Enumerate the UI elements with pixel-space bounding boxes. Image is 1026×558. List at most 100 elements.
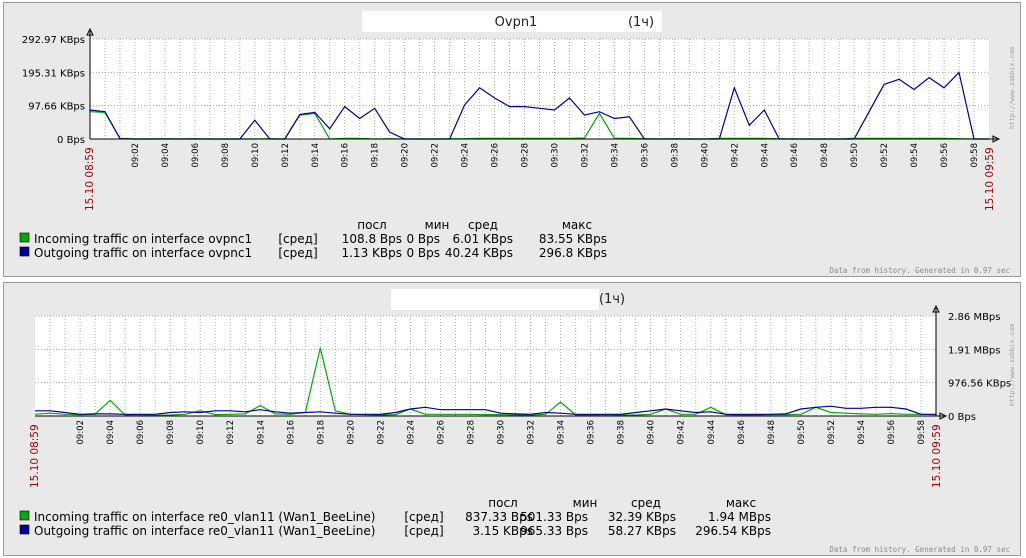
legend-max-value: 296.8 KBps — [539, 246, 607, 260]
legend-function-value: сред — [409, 510, 439, 524]
x-tick-label: 09:38 — [617, 420, 627, 445]
x-tick-label: 09:14 — [256, 420, 266, 445]
x-tick-label: 09:22 — [376, 420, 386, 445]
end-time-label: 15.10 09:59 — [931, 424, 943, 488]
legend-last-value: 1.13 KBps — [341, 246, 402, 260]
zabbix-watermark: http://www.zabbix.com — [1008, 324, 1016, 406]
generated-footer: Data from history. Generated in 0.97 sec — [829, 266, 1010, 275]
x-tick-label: 09:08 — [221, 143, 231, 168]
legend-function-value: сред — [283, 232, 313, 246]
graph-period: (1ч) — [599, 292, 625, 307]
x-tick-label: 09:10 — [196, 420, 206, 445]
legend-avg-value: 58.27 KBps — [608, 524, 676, 538]
x-tick-label: 09:46 — [790, 143, 800, 168]
legend-avg-value: 32.39 KBps — [608, 510, 676, 524]
x-tick-label: 09:52 — [827, 420, 837, 445]
x-tick-label: 09:44 — [707, 420, 717, 445]
x-tick-label: 09:24 — [406, 420, 416, 445]
legend-min-value: 0 Bps — [406, 232, 440, 246]
x-tick-label: 09:52 — [880, 143, 890, 168]
x-tick-label: 09:16 — [286, 420, 296, 445]
x-tick-label: 09:42 — [677, 420, 687, 445]
legend-header-max: макс — [562, 218, 592, 232]
legend-function: [сред] — [404, 524, 443, 538]
x-tick-label: 09:30 — [497, 420, 507, 445]
y-tick-label: 2.86 MBps — [948, 312, 1001, 323]
x-tick-label: 09:50 — [797, 420, 807, 445]
zabbix-watermark: http://www.zabbix.com — [1008, 47, 1016, 129]
x-tick-label: 09:02 — [76, 420, 86, 445]
legend-function-value: сред — [283, 246, 313, 260]
legend-header-min: мин — [425, 218, 450, 232]
x-tick-label: 09:20 — [401, 143, 411, 168]
x-tick-label: 09:24 — [461, 143, 471, 168]
graph-period: (1ч) — [628, 15, 654, 30]
end-time-label: 15.10 09:59 — [984, 147, 996, 211]
outgoing-legend-swatch — [19, 246, 30, 257]
graph-title: Ovpn1 — [495, 15, 538, 30]
legend-function: [сред] — [404, 510, 443, 524]
legend-series-name: Outgoing traffic on interface re0_vlan11… — [34, 524, 375, 538]
y-tick-label: 0 Bps — [57, 135, 85, 146]
x-tick-label: 09:20 — [346, 420, 356, 445]
x-tick-label: 09:48 — [820, 143, 830, 168]
x-tick-label: 09:58 — [970, 143, 980, 168]
y-tick-label: 97.66 KBps — [28, 102, 85, 113]
x-tick-label: 09:32 — [527, 420, 537, 445]
x-tick-label: 09:50 — [850, 143, 860, 168]
x-tick-label: 09:14 — [311, 143, 321, 168]
traffic-graph-ovpn1: Ovpn1 (1ч) 0 Bps 97.66 KBps 195.31 KBps 292.9… — [3, 2, 1021, 277]
x-tick-label: 09:04 — [161, 143, 171, 168]
x-tick-label: 09:58 — [917, 420, 927, 445]
legend-series-name: Incoming traffic on interface ovpnc1 — [34, 232, 252, 246]
legend-avg-value: 6.01 KBps — [452, 232, 513, 246]
legend-series-name: Outgoing traffic on interface ovpnc1 — [34, 246, 252, 260]
x-tick-label: 09:18 — [371, 143, 381, 168]
x-tick-label: 09:12 — [281, 143, 291, 168]
legend-header-last: посл — [488, 496, 517, 510]
x-tick-label: 09:02 — [131, 143, 141, 168]
x-tick-label: 09:56 — [940, 143, 950, 168]
incoming-legend-swatch — [19, 510, 30, 521]
y-tick-label: 292.97 KBps — [22, 35, 85, 46]
legend-min-value: 965.33 Bps — [520, 524, 588, 538]
x-tick-label: 09:34 — [557, 420, 567, 445]
x-tick-label: 09:48 — [767, 420, 777, 445]
x-tick-label: 09:28 — [466, 420, 476, 445]
legend-function: [сред] — [278, 246, 317, 260]
x-tick-label: 09:16 — [341, 143, 351, 168]
y-tick-label: 195.31 KBps — [22, 68, 85, 79]
x-tick-label: 09:06 — [136, 420, 146, 445]
y-tick-label: 1.91 MBps — [948, 345, 1001, 356]
legend-series-name: Incoming traffic on interface re0_vlan11… — [34, 510, 375, 524]
incoming-legend-swatch — [19, 232, 30, 243]
graph-2-canvas: (1ч) 0 Bps 976.56 KBps 1.91 MBps 2.86 MBps 09… — [19, 289, 1016, 554]
legend-header-last: посл — [357, 218, 386, 232]
x-tick-label: 09:26 — [491, 143, 501, 168]
x-tick-label: 09:32 — [580, 143, 590, 168]
x-tick-label: 09:56 — [887, 420, 897, 445]
x-tick-label: 09:54 — [910, 143, 920, 168]
legend-max-value: 1.94 MBps — [708, 510, 771, 524]
graph-1-canvas: Ovpn1 (1ч) 0 Bps 97.66 KBps 195.31 KBps 292.9… — [19, 11, 1016, 275]
title-box — [391, 289, 599, 310]
legend-header-avg: сред — [631, 496, 661, 510]
x-tick-label: 09:10 — [251, 143, 261, 168]
x-tick-label: 09:38 — [670, 143, 680, 168]
x-tick-label: 09:22 — [431, 143, 441, 168]
x-tick-label: 09:06 — [191, 143, 201, 168]
legend-max-value: 83.55 KBps — [539, 232, 607, 246]
x-tick-label: 09:40 — [647, 420, 657, 445]
x-tick-label: 09:18 — [316, 420, 326, 445]
traffic-graph-wan1: (1ч) 0 Bps 976.56 KBps 1.91 MBps 2.86 MBps 09… — [3, 282, 1021, 556]
y-tick-label: 0 Bps — [948, 412, 976, 423]
x-tick-label: 09:04 — [106, 420, 116, 445]
x-tick-label: 09:46 — [737, 420, 747, 445]
legend-last-value: 108.8 Bps — [342, 232, 402, 246]
legend-header-avg: сред — [468, 218, 498, 232]
x-tick-label: 09:40 — [700, 143, 710, 168]
x-tick-label: 09:30 — [550, 143, 560, 168]
x-tick-label: 09:12 — [226, 420, 236, 445]
x-tick-label: 09:26 — [436, 420, 446, 445]
outgoing-legend-swatch — [19, 524, 30, 535]
